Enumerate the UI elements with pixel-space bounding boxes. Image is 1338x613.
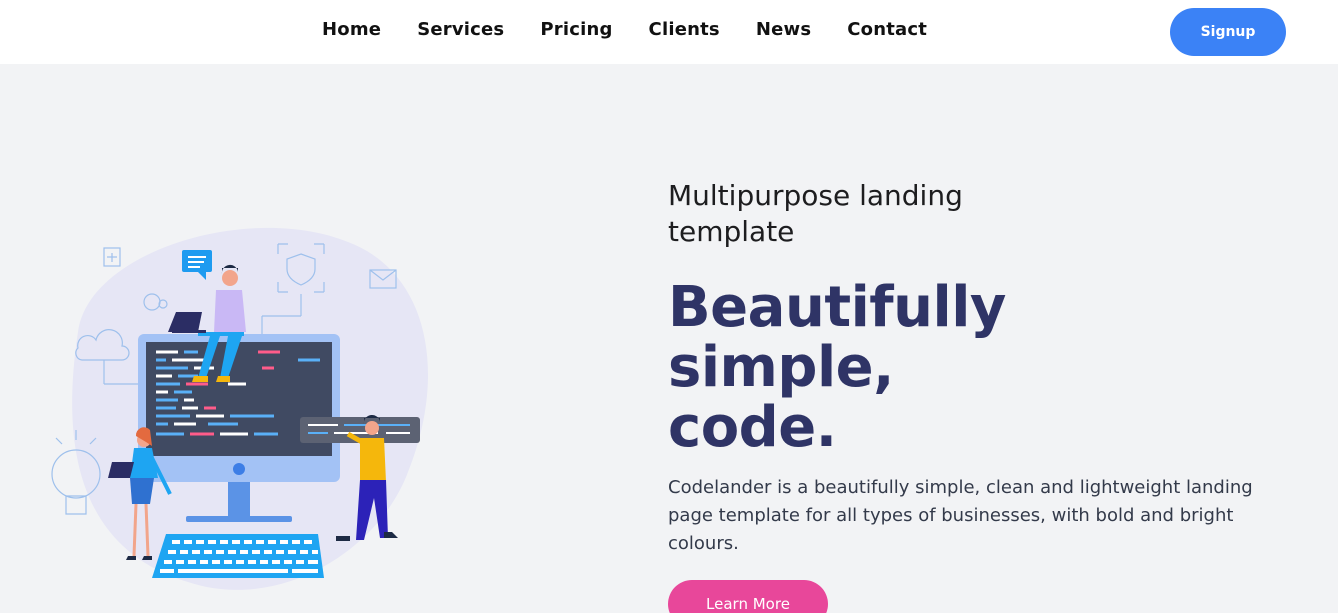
hero-section: Multipurpose landing template Beautifull…	[668, 178, 1288, 613]
hero-eyebrow: Multipurpose landing template	[668, 179, 963, 248]
nav-link-pricing[interactable]: Pricing	[540, 19, 612, 40]
nav-link-clients[interactable]: Clients	[649, 19, 720, 40]
top-navbar: Home Services Pricing Clients News Conta…	[0, 0, 1338, 64]
nav-link-contact[interactable]: Contact	[847, 19, 927, 40]
nav-link-home[interactable]: Home	[322, 19, 381, 40]
main-nav: Home Services Pricing Clients News Conta…	[322, 19, 963, 40]
developer-workspace-illustration	[48, 212, 438, 602]
signup-button[interactable]: Signup	[1170, 8, 1286, 56]
learn-more-button[interactable]: Learn More	[668, 580, 828, 613]
nav-link-services[interactable]: Services	[417, 19, 504, 40]
hero-headline: Beautifully simple, code.	[668, 275, 1006, 460]
hero-description: Codelander is a beautifully simple, clea…	[668, 477, 1253, 554]
nav-link-news[interactable]: News	[756, 19, 811, 40]
keyboard	[152, 534, 324, 578]
